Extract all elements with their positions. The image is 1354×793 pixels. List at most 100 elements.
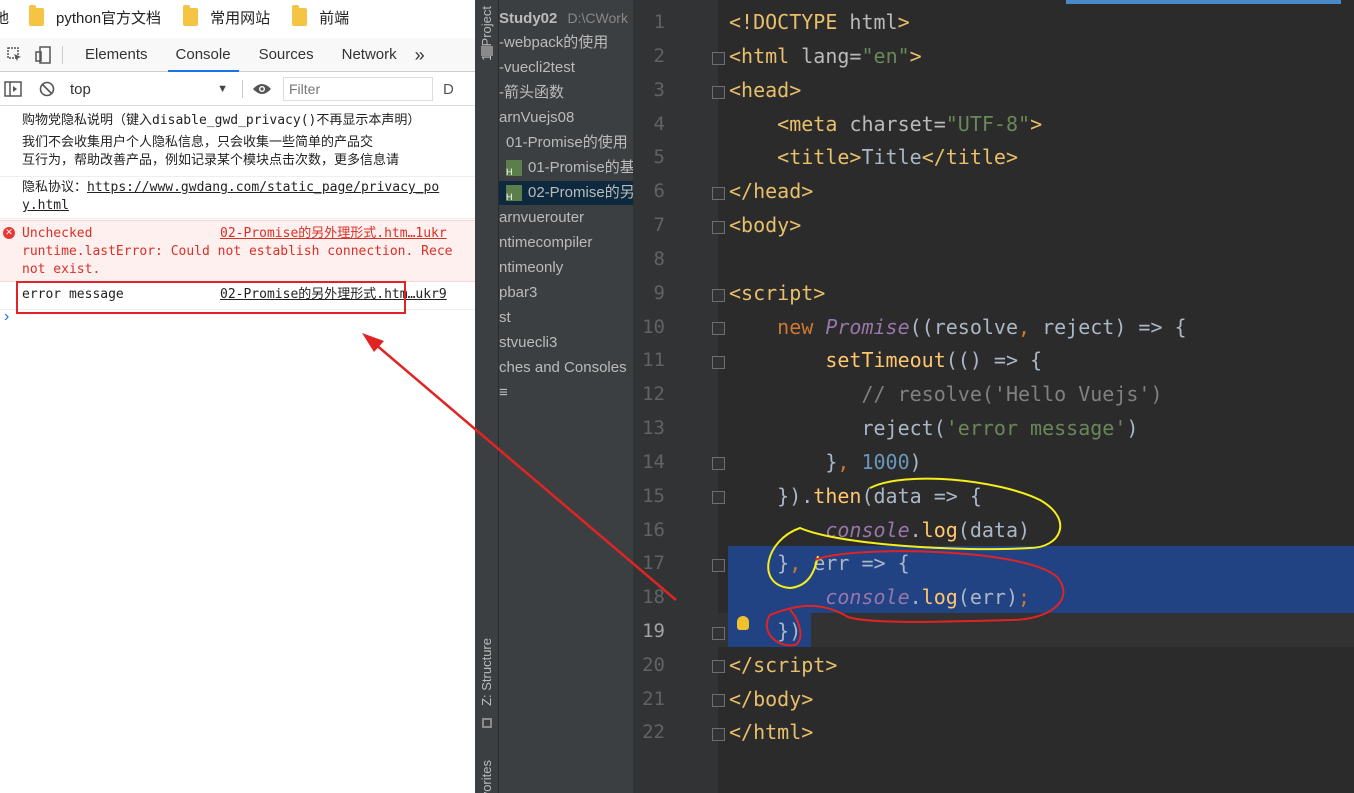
line-number: 15 xyxy=(642,485,665,507)
code-editor[interactable]: 1 2 3 4 5 6 7 8 9 10 11 12 13 14 15 16 1… xyxy=(633,0,1354,793)
error-line-1: Unchecked xyxy=(22,226,93,241)
tree-item[interactable]: ≡ xyxy=(499,381,508,405)
devtools-tabbar: Elements Console Sources Network » xyxy=(0,38,475,72)
error-icon: ✕ xyxy=(3,227,15,239)
project-tree: Study02 D:\CWork -webpack的使用 -vuecli2tes… xyxy=(499,0,633,793)
console-filter-input[interactable] xyxy=(283,77,433,101)
show-sidebar-icon[interactable] xyxy=(2,78,24,100)
error-source-link[interactable]: 02-Promise的另外理形式.htm…1ukr xyxy=(220,225,447,243)
tab-sources[interactable]: Sources xyxy=(245,38,328,72)
bookmark-frontend[interactable]: 前端 xyxy=(292,5,349,28)
more-tabs-button[interactable]: » xyxy=(411,38,429,72)
error-line-3: not exist. xyxy=(22,262,101,277)
privacy-title: 购物党隐私说明（键入disable_gwd_privacy()不再显示本声明） xyxy=(22,113,421,128)
line-number: 6 xyxy=(653,180,665,202)
html-file-icon: H xyxy=(506,160,522,177)
fold-marker[interactable] xyxy=(712,559,725,572)
code-line: console.log(err); xyxy=(825,585,1031,609)
line-number: 13 xyxy=(642,417,665,439)
fold-marker[interactable] xyxy=(712,52,725,65)
structure-tool-tab[interactable]: Z: Structure xyxy=(479,638,494,706)
line-number: 14 xyxy=(642,451,665,473)
tree-item[interactable]: -webpack的使用 xyxy=(499,31,608,55)
tree-item[interactable]: 01-Promise的使用 xyxy=(506,131,628,155)
tree-item[interactable]: stvuecli3 xyxy=(499,331,557,355)
tree-item[interactable]: ches and Consoles xyxy=(499,356,627,380)
line-number: 20 xyxy=(642,654,665,676)
favorites-tool-tab[interactable]: Favorites xyxy=(479,760,494,793)
tree-item-file[interactable]: H 01-Promise的基 xyxy=(506,156,633,180)
tree-item-file-selected[interactable]: H 02-Promise的另 xyxy=(499,181,633,205)
context-selector[interactable]: top ▼ xyxy=(64,77,234,101)
lightbulb-icon[interactable] xyxy=(737,616,749,630)
fold-marker[interactable] xyxy=(712,356,725,369)
fold-marker[interactable] xyxy=(712,289,725,302)
fold-marker[interactable] xyxy=(712,694,725,707)
folder-icon xyxy=(29,5,45,26)
tree-item[interactable]: ntimeonly xyxy=(499,256,563,280)
ide-tool-strip: 1: Project Z: Structure Favorites xyxy=(475,0,499,793)
code-line: </script> xyxy=(729,653,838,677)
devtools-panel: 地 python官方文档 常用网站 前端 Elements Console So… xyxy=(0,0,475,793)
code-line: </head> xyxy=(729,179,814,203)
tab-elements[interactable]: Elements xyxy=(71,38,162,72)
code-line: new Promise((resolve, reject) => { xyxy=(777,315,1187,339)
line-number: 22 xyxy=(642,721,665,743)
agreement-link-cont[interactable]: y.html xyxy=(22,198,69,213)
line-number: 16 xyxy=(642,519,665,541)
tree-root[interactable]: Study02 D:\CWork xyxy=(499,6,628,30)
red-annotation-box xyxy=(16,281,406,314)
tree-item[interactable]: arnVuejs08 xyxy=(499,106,574,130)
tree-item[interactable]: -箭头函数 xyxy=(499,81,564,105)
eye-icon[interactable] xyxy=(251,78,273,100)
fold-marker[interactable] xyxy=(712,322,725,335)
tree-item[interactable]: ntimecompiler xyxy=(499,231,592,255)
console-log-privacy: 购物党隐私说明（键入disable_gwd_privacy()不再显示本声明） … xyxy=(0,110,475,177)
code-line: <html lang="en"> xyxy=(729,44,922,68)
console-prompt[interactable]: › xyxy=(4,308,9,326)
divider xyxy=(242,80,243,98)
code-line: <title>Title</title> xyxy=(777,145,1019,169)
code-line: </body> xyxy=(729,687,814,711)
default-levels-partial[interactable]: D xyxy=(443,81,454,98)
line-number: 8 xyxy=(653,248,665,270)
bookmarks-bar: 地 python官方文档 常用网站 前端 xyxy=(0,0,475,34)
fold-marker[interactable] xyxy=(712,728,725,741)
privacy-body-2: 互行为，帮助改善产品，例如记录某个模块点击次数，更多信息请 xyxy=(22,153,400,168)
html-file-icon: H xyxy=(506,185,522,202)
inspect-element-icon[interactable] xyxy=(4,44,26,66)
agreement-label: 隐私协议： xyxy=(22,180,88,195)
line-number: 17 xyxy=(642,552,665,574)
fold-marker[interactable] xyxy=(712,187,725,200)
fold-marker[interactable] xyxy=(712,221,725,234)
fold-marker[interactable] xyxy=(712,86,725,99)
code-line: <head> xyxy=(729,78,802,102)
tab-network[interactable]: Network xyxy=(328,38,411,72)
line-number: 2 xyxy=(653,45,665,67)
fold-marker[interactable] xyxy=(712,660,725,673)
tree-item[interactable]: arnvuerouter xyxy=(499,206,584,230)
bookmark-partial[interactable]: 地 xyxy=(0,7,9,28)
agreement-link[interactable]: https://www.gwdang.com/static_page/priva… xyxy=(87,180,439,195)
fold-marker[interactable] xyxy=(712,627,725,640)
context-label: top xyxy=(70,80,91,98)
tree-item[interactable]: st xyxy=(499,306,511,330)
tab-console[interactable]: Console xyxy=(162,38,245,72)
tree-item[interactable]: pbar3 xyxy=(499,281,537,305)
fold-marker[interactable] xyxy=(712,457,725,470)
bookmark-common-sites[interactable]: 常用网站 xyxy=(183,5,271,28)
current-line-highlight xyxy=(718,613,1354,647)
tree-item[interactable]: -vuecli2test xyxy=(499,56,575,80)
code-line: setTimeout(() => { xyxy=(825,348,1043,372)
folder-icon xyxy=(183,5,199,26)
line-number: 9 xyxy=(653,282,665,304)
line-number: 7 xyxy=(653,214,665,236)
bookmark-python-docs[interactable]: python官方文档 xyxy=(29,5,161,28)
bookmark-label: 常用网站 xyxy=(210,9,271,27)
device-toolbar-icon[interactable] xyxy=(32,44,54,66)
fold-marker[interactable] xyxy=(712,491,725,504)
code-line: <meta charset="UTF-8"> xyxy=(777,112,1043,136)
clear-console-icon[interactable] xyxy=(36,78,58,100)
line-number: 1 xyxy=(653,11,665,33)
privacy-body-1: 我们不会收集用户个人隐私信息，只会收集一些简单的产品交 xyxy=(22,135,374,150)
